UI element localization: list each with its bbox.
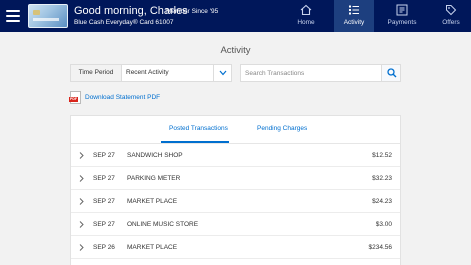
transaction-description: PARKING METER (127, 175, 181, 182)
chevron-right-icon[interactable] (79, 152, 84, 159)
nav-activity-label: Activity (343, 19, 365, 26)
pdf-icon: PDF (69, 91, 81, 104)
transaction-description: ONLINE MUSIC STORE (127, 221, 199, 228)
page-title: Activity (220, 45, 251, 56)
chevron-right-icon[interactable] (79, 244, 84, 251)
transaction-amount: $32.23 (372, 175, 392, 182)
download-statement-label[interactable]: Download Statement PDF (85, 94, 160, 101)
pdf-badge: PDF (69, 97, 78, 102)
chevron-down-icon (219, 70, 227, 76)
chevron-right-icon[interactable] (79, 221, 84, 228)
transaction-date: SEP 27 (93, 198, 115, 205)
transaction-row[interactable]: SEP 27 MARKET PLACE $24.23 (71, 190, 400, 213)
transaction-row[interactable]: SEP 26 MARKET PLACE $234.56 (71, 236, 400, 259)
member-since: Member Since '95 (166, 8, 219, 15)
transactions-panel: Posted Transactions Pending Charges SEP … (70, 115, 401, 265)
card-name[interactable]: Blue Cash Everyday® Card 61007 (74, 19, 173, 26)
card-image[interactable] (28, 4, 68, 28)
nav-payments[interactable]: Payments (382, 0, 422, 32)
time-period-dropdown-button[interactable] (213, 65, 231, 81)
time-period-label: Time Period (71, 65, 122, 81)
transaction-description: MARKET PLACE (127, 198, 178, 205)
nav-activity[interactable]: Activity (334, 0, 374, 32)
transaction-date: SEP 27 (93, 175, 115, 182)
transaction-date: SEP 27 (93, 221, 115, 228)
hamburger-menu-icon[interactable] (6, 10, 20, 22)
transaction-date: SEP 27 (93, 152, 115, 159)
home-icon (300, 4, 312, 16)
search-box (240, 64, 401, 82)
transaction-description: SANDWICH SHOP (127, 152, 183, 159)
search-input[interactable] (241, 65, 382, 81)
transaction-row[interactable]: SEP 27 SANDWICH SHOP $12.52 (71, 144, 400, 167)
offers-icon (446, 5, 457, 16)
transaction-row[interactable]: SEP 27 PARKING METER $32.23 (71, 167, 400, 190)
chevron-right-icon[interactable] (79, 198, 84, 205)
activity-icon (349, 5, 359, 15)
payments-icon (396, 4, 408, 16)
tab-posted-transactions[interactable]: Posted Transactions (169, 125, 228, 132)
chevron-right-icon[interactable] (79, 175, 84, 182)
transaction-amount: $3.00 (375, 221, 392, 228)
card-chip (33, 10, 40, 15)
top-bar: Good morning, Charles Member Since '95 B… (0, 0, 471, 32)
nav-home-label: Home (297, 19, 315, 26)
time-period-value[interactable]: Recent Activity (126, 65, 169, 81)
transaction-amount: $24.23 (372, 198, 392, 205)
nav-payments-label: Payments (387, 19, 417, 26)
time-period-select[interactable]: Time Period Recent Activity (70, 64, 232, 82)
nav-offers[interactable]: Offers (431, 0, 471, 32)
nav-offers-label: Offers (442, 19, 460, 26)
transaction-amount: $12.52 (372, 152, 392, 159)
search-icon (387, 68, 397, 78)
transaction-date: SEP 26 (93, 244, 115, 251)
transaction-description: MARKET PLACE (127, 244, 178, 251)
transaction-amount: $234.56 (368, 244, 393, 251)
transaction-row[interactable]: SEP 27 ONLINE MUSIC STORE $3.00 (71, 213, 400, 236)
nav-home[interactable]: Home (286, 0, 326, 32)
tab-pending-charges[interactable]: Pending Charges (257, 125, 307, 132)
search-button[interactable] (381, 65, 400, 81)
card-stripe (33, 18, 59, 21)
